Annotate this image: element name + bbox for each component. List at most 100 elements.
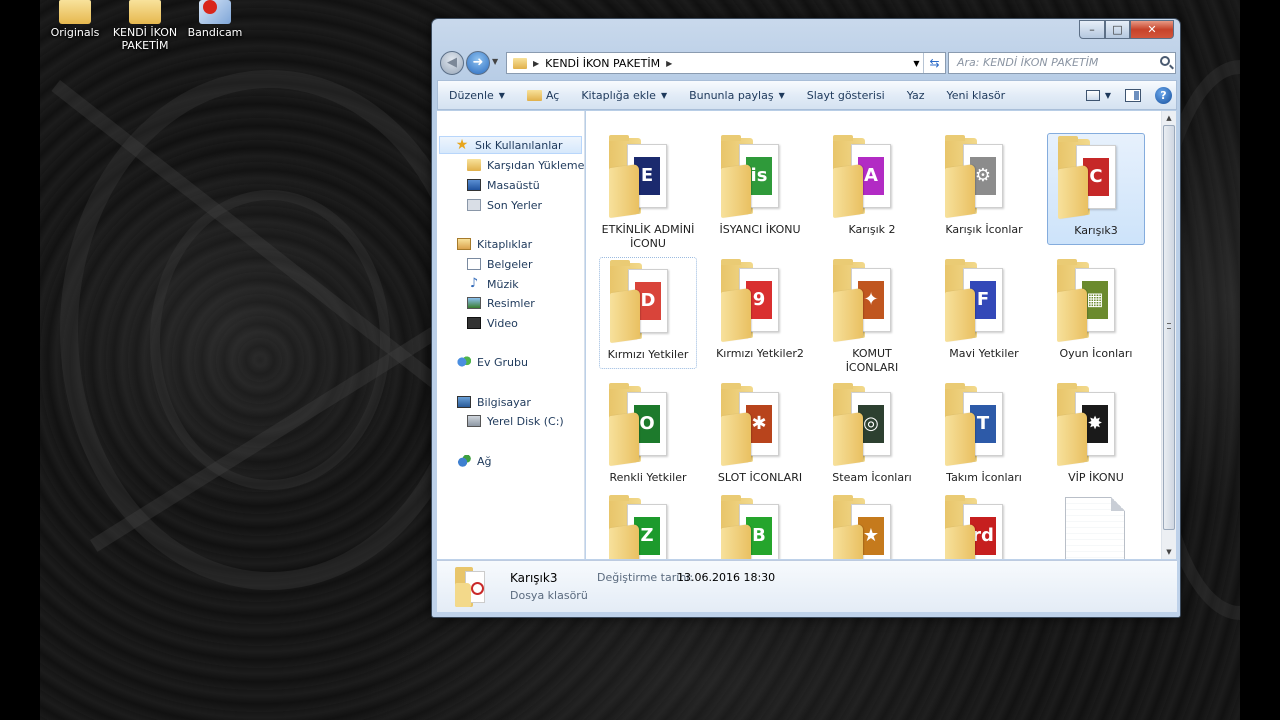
nav-label: Resimler [487, 296, 535, 310]
search-icon-wrap [948, 52, 1176, 74]
nav-downloads[interactable]: Karşıdan Yüklemeler [467, 156, 584, 174]
computer-icon [457, 396, 471, 408]
organize-button[interactable]: Düzenle ▼ [438, 89, 516, 102]
refresh-icon: ⇆ [929, 56, 940, 70]
folder-icon [59, 0, 91, 24]
nav-local-disk[interactable]: Yerel Disk (C:) [467, 412, 564, 430]
folder-item[interactable]: ★ [823, 493, 921, 559]
folder-item[interactable]: ✦ KOMUT İCONLARI [823, 257, 921, 374]
folder-item[interactable]: ▦ Oyun İconları [1047, 257, 1145, 369]
folder-icon: O [609, 383, 669, 467]
scroll-up-icon[interactable]: ▲ [1162, 111, 1176, 125]
slideshow-button[interactable]: Slayt gösterisi [796, 89, 896, 102]
folder-item[interactable]: ✸ VİP İKONU [1047, 381, 1145, 493]
address-bar[interactable]: ▶ KENDİ İKON PAKETİM ▶ ▼ ⇆ [506, 52, 946, 74]
folder-icon: F [945, 259, 1005, 343]
nav-desktop[interactable]: Masaüstü [467, 176, 540, 194]
folder-item[interactable]: C Karışık3 [1047, 133, 1145, 245]
chevron-right-icon[interactable]: ▶ [533, 59, 539, 68]
folder-icon: rd [945, 495, 1005, 559]
forward-button[interactable]: ➜ [466, 51, 490, 75]
item-label: VİP İKONU [1068, 471, 1124, 484]
change-view-icon[interactable] [1085, 89, 1100, 101]
nav-computer[interactable]: Bilgisayar [457, 393, 531, 411]
nav-pictures[interactable]: Resimler [467, 294, 535, 312]
desktop-icon-kendi-ikon-paketim[interactable]: KENDİ İKON PAKETİM [110, 0, 180, 52]
folder-icon: Z [609, 495, 669, 559]
folder-item[interactable]: T Takım İconları [935, 381, 1033, 493]
folder-icon: ◎ [833, 383, 893, 467]
minimize-button[interactable]: – [1079, 20, 1105, 39]
nav-homegroup[interactable]: Ev Grubu [457, 353, 528, 371]
folder-item[interactable]: rd [935, 493, 1033, 559]
item-label: Oyun İconları [1059, 347, 1133, 360]
folder-item[interactable]: A Karışık 2 [823, 133, 921, 245]
homegroup-icon [457, 356, 471, 368]
folder-icon: T [945, 383, 1005, 467]
new-folder-button[interactable]: Yeni klasör [935, 89, 1016, 102]
folder-icon: ✱ [721, 383, 781, 467]
file-list-view: E ETKİNLİK ADMİNİ İCONU is İSYANCI İKONU A Ka… [586, 111, 1161, 559]
folder-item[interactable]: F Mavi Yetkiler [935, 257, 1033, 369]
open-button[interactable]: Aç [516, 89, 570, 102]
folder-item[interactable]: D Kırmızı Yetkiler [599, 257, 697, 369]
address-dropdown-button[interactable]: ▼ [909, 58, 923, 68]
documents-icon [467, 258, 481, 270]
folder-item[interactable]: is İSYANCI İKONU [711, 133, 809, 245]
bandicam-icon [199, 0, 231, 24]
nav-favorites[interactable]: ★ Sık Kullanılanlar [439, 136, 582, 154]
breadcrumb-current[interactable]: KENDİ İKON PAKETİM [545, 57, 660, 70]
letterbox-right [1240, 0, 1280, 720]
nav-music[interactable]: ♪ Müzik [467, 275, 519, 293]
nav-network[interactable]: Ağ [457, 452, 492, 470]
libraries-icon [457, 238, 471, 250]
add-to-library-button[interactable]: Kitaplığa ekle ▼ [570, 89, 678, 102]
recent-pages-dropdown[interactable]: ▼ [492, 57, 498, 66]
item-label: Karışık3 [1074, 224, 1118, 237]
item-label: Karışık İconlar [945, 223, 1023, 236]
folder-item[interactable]: B [711, 493, 809, 559]
folder-item[interactable]: ✱ SLOT İCONLARI [711, 381, 809, 493]
caption-buttons: – □ ✕ [1079, 20, 1174, 39]
folder-icon: A [833, 135, 893, 219]
folder-item[interactable]: O Renkli Yetkiler [599, 381, 697, 493]
item-label: KOMUT İCONLARI [845, 347, 899, 374]
desktop-icon-label: Originals [50, 26, 100, 39]
add-library-label: Kitaplığa ekle [581, 88, 656, 102]
chevron-down-icon[interactable]: ▼ [1105, 91, 1111, 100]
print-button[interactable]: Yaz [896, 89, 936, 102]
nav-recent[interactable]: Son Yerler [467, 196, 542, 214]
folder-open-icon [526, 89, 542, 101]
pictures-icon [467, 297, 481, 309]
wallpaper-ring [150, 190, 390, 490]
explorer-window: – □ ✕ ◀ ➜ ▼ ▶ KENDİ İKON PAKETİM ▶ ▼ ⇆ A… [431, 18, 1181, 618]
folder-item[interactable]: ◎ Steam İconları [823, 381, 921, 493]
nav-libraries[interactable]: Kitaplıklar [457, 235, 532, 253]
item-label: İSYANCI İKONU [719, 223, 801, 236]
close-button[interactable]: ✕ [1130, 20, 1174, 39]
folder-item[interactable]: Z [599, 493, 697, 559]
folder-icon: 9 [721, 259, 781, 343]
grip-icon [1167, 323, 1171, 329]
scrollbar-thumb[interactable] [1163, 125, 1175, 530]
nav-videos[interactable]: Video [467, 314, 518, 332]
vertical-scrollbar[interactable]: ▲ ▼ [1161, 111, 1176, 559]
desktop-icon-originals[interactable]: Originals [40, 0, 110, 39]
scroll-down-icon[interactable]: ▼ [1162, 545, 1176, 559]
chevron-right-icon[interactable]: ▶ [666, 59, 672, 68]
desktop-icon-bandicam[interactable]: Bandicam [180, 0, 250, 39]
back-button[interactable]: ◀ [440, 51, 464, 75]
help-button[interactable]: ? [1155, 86, 1172, 104]
file-item[interactable] [1047, 493, 1145, 559]
refresh-button[interactable]: ⇆ [923, 53, 945, 73]
item-label: Renkli Yetkiler [609, 471, 687, 484]
folder-item[interactable]: ⚙ Karışık İconlar [935, 133, 1033, 245]
folder-item[interactable]: E ETKİNLİK ADMİNİ İCONU [599, 133, 697, 250]
nav-documents[interactable]: Belgeler [467, 255, 532, 273]
maximize-button[interactable]: □ [1105, 20, 1130, 39]
share-with-button[interactable]: Bununla paylaş ▼ [678, 89, 796, 102]
folder-item[interactable]: 9 Kırmızı Yetkiler2 [711, 257, 809, 369]
search-icon[interactable] [1160, 56, 1170, 66]
preview-pane-icon[interactable] [1125, 88, 1141, 102]
nav-label: Son Yerler [487, 198, 543, 212]
